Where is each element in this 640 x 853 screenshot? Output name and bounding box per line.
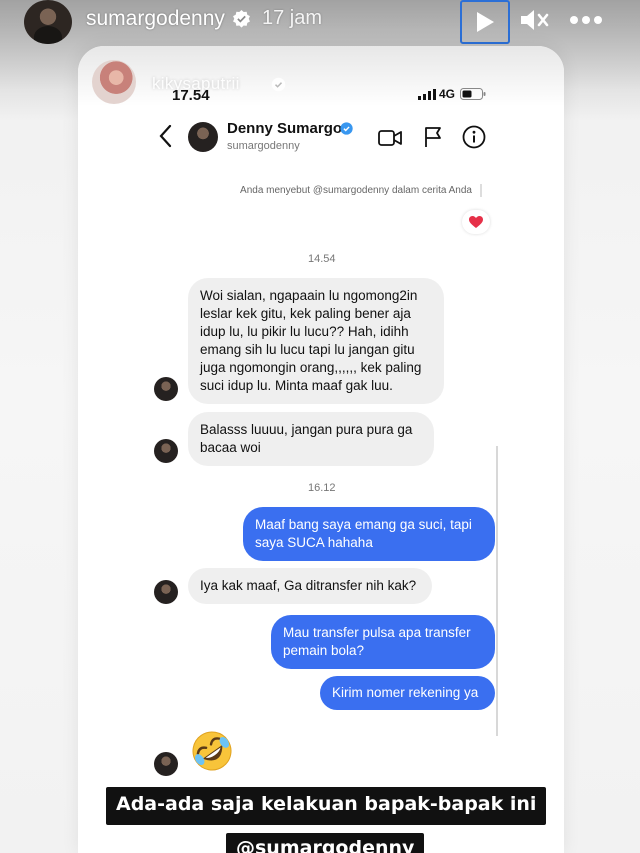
status-bar: kikysaputrii 17.54 4G: [78, 46, 564, 106]
story-header: sumargodenny 17 jam: [0, 0, 640, 44]
more-icon[interactable]: [566, 6, 606, 34]
network-label: 4G: [439, 87, 456, 101]
info-icon[interactable]: [462, 125, 486, 149]
avatar: [92, 60, 136, 104]
flag-icon[interactable]: [423, 126, 443, 148]
message-outgoing[interactable]: Kirim nomer rekening ya: [320, 676, 495, 710]
verified-icon: [271, 77, 286, 92]
play-button[interactable]: [460, 0, 510, 44]
play-icon: [477, 12, 494, 32]
verified-icon: [233, 9, 250, 28]
story-mention-caption[interactable]: @sumargodenny: [226, 833, 425, 853]
chat-contact-name[interactable]: Denny Sumargo: [227, 120, 342, 137]
heart-icon: [469, 215, 483, 228]
rolling-laughing-emoji-icon[interactable]: [190, 729, 234, 773]
avatar: [154, 580, 178, 604]
video-call-icon[interactable]: [378, 128, 402, 148]
avatar: [154, 752, 178, 776]
message-incoming[interactable]: Iya kak maaf, Ga ditransfer nih kak?: [188, 568, 432, 604]
message-incoming[interactable]: Woi sialan, ngapaain lu ngomong2in lesla…: [188, 278, 444, 404]
reaction-heart: [462, 210, 490, 234]
avatar[interactable]: [188, 122, 218, 152]
message-incoming[interactable]: Balasss luuuu, jangan pura pura ga bacaa…: [188, 412, 434, 466]
message-outgoing[interactable]: Maaf bang saya emang ga suci, tapi saya …: [243, 507, 495, 561]
mute-icon[interactable]: [518, 6, 550, 34]
chat-contact-handle: sumargodenny: [227, 140, 300, 152]
story-mention-notice: Anda menyebut @sumargodenny dalam cerita…: [238, 184, 482, 197]
signal-icon: [418, 89, 436, 100]
status-clock: 17.54: [172, 87, 210, 104]
story-caption: Ada-ada saja kelakuan bapak-bapak ini: [106, 787, 547, 825]
avatar[interactable]: [24, 0, 72, 44]
message-timestamp: 14.54: [308, 253, 336, 265]
verified-icon: [340, 122, 353, 135]
shared-screenshot: kikysaputrii 17.54 4G Denny Sumargo suma…: [78, 46, 564, 853]
avatar: [154, 439, 178, 463]
chat-header: Denny Sumargo sumargodenny: [78, 110, 564, 166]
battery-icon: [460, 88, 486, 100]
scrollbar[interactable]: [496, 446, 498, 736]
story-timestamp: 17 jam: [262, 7, 323, 29]
message-outgoing[interactable]: Mau transfer pulsa apa transfer pemain b…: [271, 615, 495, 669]
avatar: [154, 377, 178, 401]
story-username[interactable]: sumargodenny: [86, 7, 225, 31]
back-arrow-icon[interactable]: [158, 124, 172, 148]
message-timestamp: 16.12: [308, 482, 336, 494]
